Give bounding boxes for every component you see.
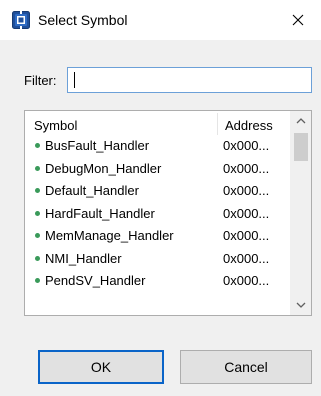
vertical-scrollbar[interactable] [290, 111, 311, 315]
symbol-address: 0x000... [223, 250, 270, 266]
symbol-name: Default_Handler [45, 183, 139, 198]
filter-label: Filter: [24, 73, 57, 88]
cancel-button[interactable]: Cancel [180, 350, 312, 384]
app-chip-icon [12, 11, 30, 29]
chevron-down-icon [296, 302, 306, 308]
symbol-bullet-icon [35, 165, 40, 171]
symbol-bullet-icon [35, 278, 40, 283]
select-symbol-dialog: Select Symbol Filter: Symbol Address Bus… [0, 0, 321, 396]
table-row[interactable]: DebugMon_Handler 0x000... [25, 158, 291, 181]
symbol-name: MemManage_Handler [45, 228, 174, 243]
column-divider[interactable] [217, 113, 218, 135]
symbol-bullet-icon [35, 188, 40, 193]
column-header-symbol[interactable]: Symbol [34, 118, 77, 134]
symbol-bullet-icon [35, 233, 40, 238]
table-row[interactable]: PendSV_Handler 0x000... [25, 270, 291, 293]
table-row[interactable]: MemManage_Handler 0x000... [25, 225, 291, 248]
chevron-up-icon [296, 118, 306, 124]
column-header-address[interactable]: Address [225, 118, 273, 134]
dialog-title: Select Symbol [38, 12, 128, 28]
table-row[interactable]: NMI_Handler 0x000... [25, 248, 291, 271]
symbol-address: 0x000... [223, 205, 270, 221]
table-row[interactable]: HardFault_Handler 0x000... [25, 203, 291, 226]
symbol-bullet-icon [35, 143, 40, 148]
symbol-bullet-icon [35, 210, 40, 216]
scroll-down-button[interactable] [291, 295, 311, 315]
symbol-name: HardFault_Handler [45, 205, 155, 221]
close-button[interactable] [275, 0, 321, 40]
symbol-address: 0x000... [223, 160, 270, 176]
scrollbar-thumb[interactable] [294, 133, 308, 161]
ok-button[interactable]: OK [38, 350, 164, 384]
symbol-address: 0x000... [223, 183, 270, 198]
title-bar: Select Symbol [0, 0, 321, 40]
symbol-table[interactable]: Symbol Address BusFault_Handler 0x000...… [24, 110, 312, 316]
table-body: BusFault_Handler 0x000... DebugMon_Handl… [25, 135, 291, 293]
close-icon [292, 14, 304, 26]
symbol-address: 0x000... [223, 228, 270, 243]
symbol-name: DebugMon_Handler [45, 160, 162, 176]
table-row[interactable]: Default_Handler 0x000... [25, 180, 291, 203]
symbol-name: NMI_Handler [45, 250, 122, 266]
scroll-up-button[interactable] [291, 111, 311, 131]
symbol-address: 0x000... [223, 273, 270, 288]
table-header: Symbol Address [25, 111, 291, 135]
filter-input[interactable] [67, 67, 312, 93]
symbol-name: BusFault_Handler [45, 138, 150, 153]
symbol-bullet-icon [35, 255, 40, 261]
symbol-name: PendSV_Handler [45, 273, 146, 288]
symbol-address: 0x000... [223, 138, 270, 153]
text-caret [74, 72, 75, 88]
table-row[interactable]: BusFault_Handler 0x000... [25, 135, 291, 158]
